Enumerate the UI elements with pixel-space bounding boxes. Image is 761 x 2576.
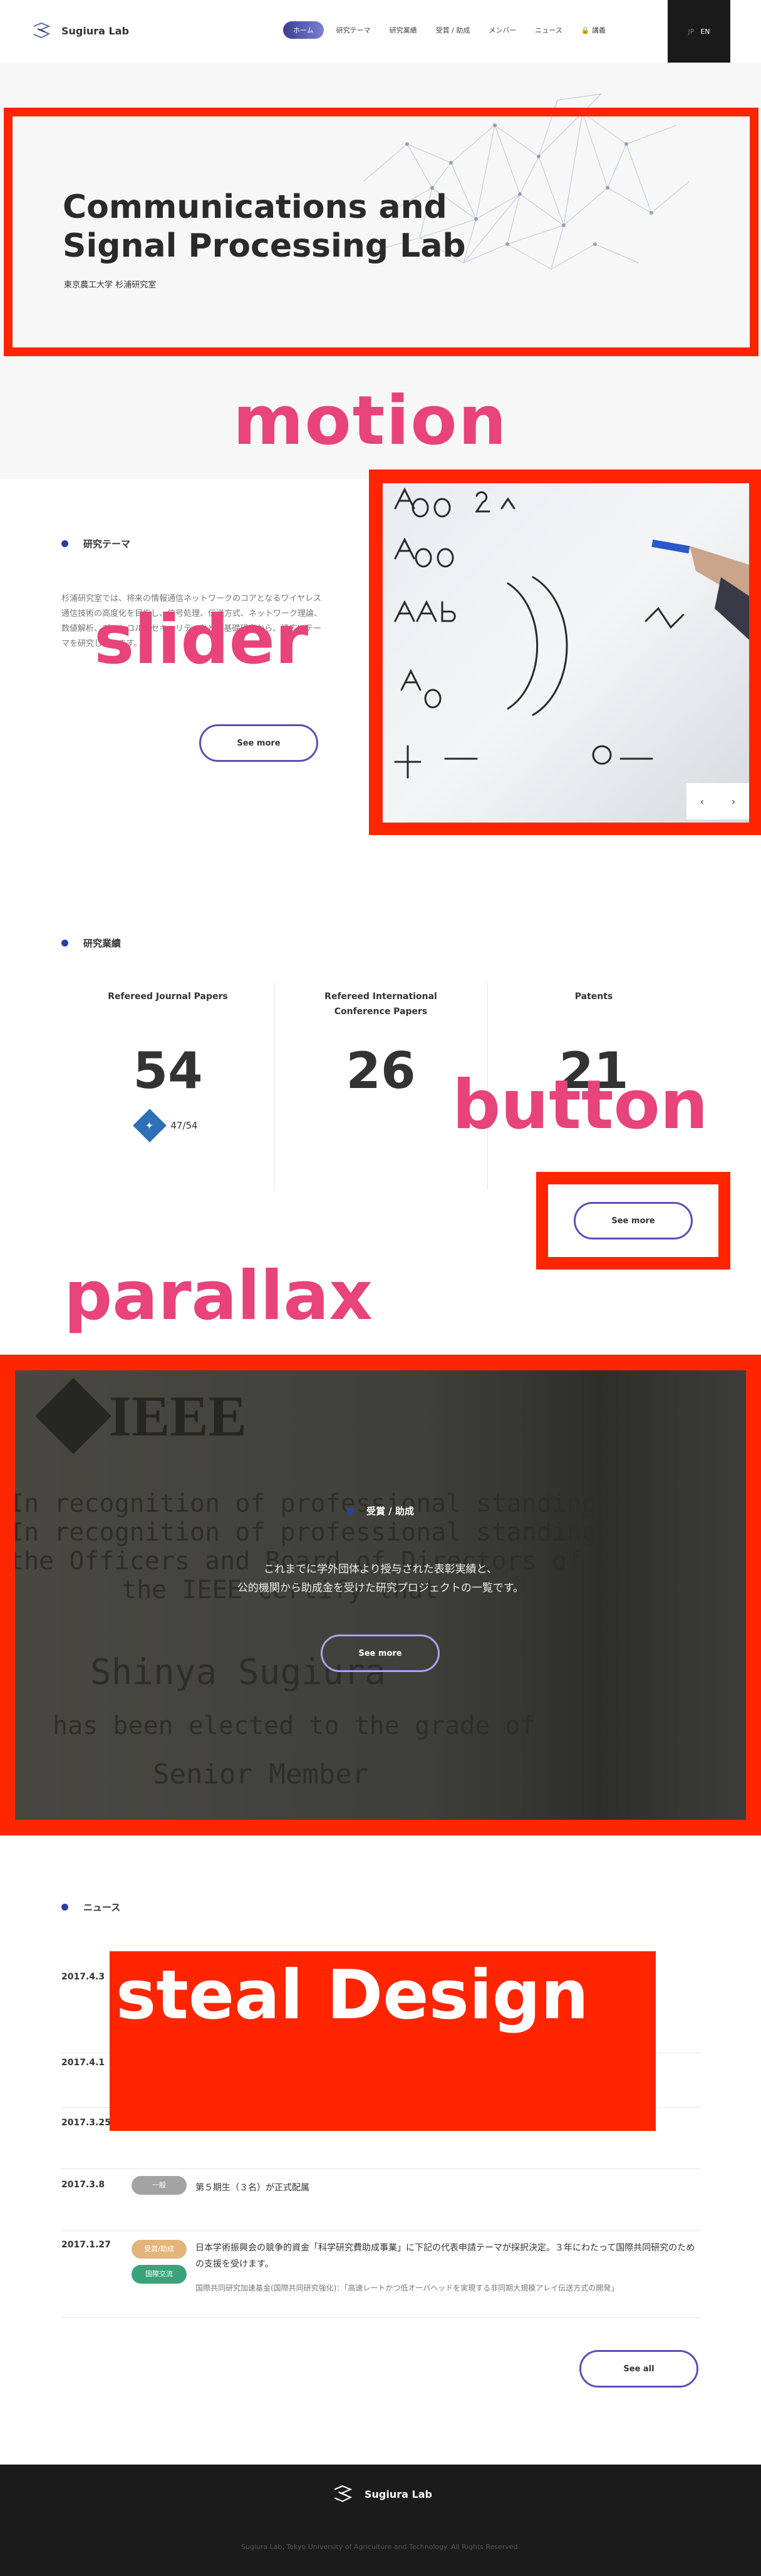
slider-next-button[interactable]: › [718, 783, 749, 819]
news-note: 国際共同研究加速基金(国際共同研究強化)：「高速レートかつ低オーバヘッドを実現す… [195, 2284, 619, 2292]
bullet-dot-icon [61, 1904, 68, 1911]
annotation-parallax: parallax [64, 1257, 373, 1335]
news-tag: 受賞/助成 [132, 2240, 187, 2259]
news-text: 日本学術振興会の競争的資金「科学研究費助成事業」に下記の代表申請テーマが採択決定… [195, 2243, 695, 2269]
hero-subtitle: 東京農工大学 杉浦研究室 [64, 280, 157, 290]
news-tag: 国際交流 [132, 2265, 187, 2284]
site-footer [0, 2465, 761, 2576]
news-see-all-button[interactable]: See all [579, 2350, 698, 2388]
news-body: 日本学術振興会の競争的資金「科学研究費助成事業」に下記の代表申請テーマが採択決定… [195, 2240, 700, 2296]
achievements-button-wrap: See more [548, 1184, 718, 1257]
slider-whiteboard-image [383, 483, 749, 823]
awards-title-text: 受賞 / 助成 [366, 1506, 414, 1517]
news-tags: 一般 [132, 2176, 195, 2195]
annotation-button: button [452, 1066, 708, 1144]
nav-home[interactable]: ホーム [283, 21, 324, 39]
bullet-dot-icon [61, 540, 68, 547]
language-switcher: JP EN [668, 0, 730, 63]
lab-logo-icon [33, 22, 51, 39]
slider-nav: ‹ › [686, 783, 749, 819]
stat-journal: Refereed Journal Papers 54 ✦ 47/54 [61, 989, 274, 1142]
bullet-dot-icon [61, 940, 68, 947]
news-tag: 一般 [132, 2176, 187, 2195]
ieee-ratio-text: 47/54 [170, 1120, 198, 1131]
news-text: 第５期生（３名）が正式配属 [195, 2183, 309, 2193]
nav-achievements[interactable]: 研究業績 [383, 21, 423, 39]
lang-en[interactable]: EN [700, 28, 710, 36]
lock-icon: 🔒 [581, 26, 590, 34]
ieee-ratio: ✦ 47/54 [61, 1109, 274, 1142]
stat-label: Refereed International Conference Papers [324, 992, 437, 1017]
awards-description-line: 公的機関から助成金を受けた研究プロジェクトの一覧です。 [237, 1582, 524, 1594]
news-item[interactable]: 2017.3.8 一般 第５期生（３名）が正式配属 [61, 2176, 700, 2231]
whiteboard-equations-icon [394, 487, 749, 779]
annotation-motion: motion [233, 382, 508, 460]
awards-description: これまでに学外団体より授与された表彰実績と、 公的機関から助成金を受けた研究プロ… [0, 1560, 761, 1598]
research-theme-title: 研究テーマ [83, 538, 131, 550]
research-theme-heading: 研究テーマ [61, 537, 130, 550]
achievements-title: 研究業績 [83, 938, 122, 949]
nav-research-theme[interactable]: 研究テーマ [330, 21, 377, 39]
nav-lectures[interactable]: 🔒 講義 [575, 21, 612, 39]
achievements-heading: 研究業績 [61, 936, 121, 950]
achievements-see-more-button[interactable]: See more [574, 1202, 693, 1239]
news-date: 2017.1.27 [61, 2240, 111, 2250]
news-tags: 受賞/助成 国際交流 [132, 2240, 195, 2284]
news-heading: ニュース [61, 1901, 120, 1914]
awards-see-more-button[interactable]: See more [321, 1634, 440, 1672]
hero-title: Communications and Signal Processing Lab [63, 188, 466, 265]
awards-title: 受賞 / 助成 [0, 1504, 761, 1517]
footer-logo[interactable]: Sugiura Lab [332, 2484, 432, 2504]
main-nav: ホーム 研究テーマ 研究業績 受賞 / 助成 メンバー ニュース 🔒 講義 [283, 21, 612, 39]
logo-text: Sugiura Lab [61, 24, 129, 37]
stat-label: Patents [574, 992, 613, 1002]
bullet-dot-icon [347, 1507, 355, 1514]
footer-logo-text: Sugiura Lab [365, 2488, 432, 2500]
lang-jp[interactable]: JP [688, 28, 694, 36]
copyright: Sugiura Lab, Tokyo University of Agricul… [241, 2543, 520, 2551]
annotation-slider: slider [94, 601, 309, 679]
awards-description-line: これまでに学外団体より授与された表彰実績と、 [264, 1563, 497, 1576]
stat-value: 54 [133, 1042, 203, 1100]
ieee-badge-icon: ✦ [133, 1109, 167, 1142]
news-title: ニュース [83, 1902, 121, 1913]
site-logo[interactable]: Sugiura Lab [31, 21, 129, 40]
lab-logo-icon [334, 2485, 353, 2502]
annotation-steal-design: steal Design [116, 1956, 589, 2035]
nav-news[interactable]: ニュース [529, 21, 568, 39]
news-date: 2017.3.8 [61, 2180, 105, 2190]
slider-prev-button[interactable]: ‹ [686, 783, 718, 819]
news-item[interactable]: 2017.1.27 受賞/助成 国際交流 日本学術振興会の競争的資金「科学研究費… [61, 2240, 700, 2318]
stat-label: Refereed Journal Papers [108, 992, 228, 1002]
nav-lectures-label: 講義 [592, 26, 606, 34]
theme-see-more-button[interactable]: See more [199, 724, 318, 762]
nav-members[interactable]: メンバー [482, 21, 522, 39]
nav-awards[interactable]: 受賞 / 助成 [430, 21, 477, 39]
